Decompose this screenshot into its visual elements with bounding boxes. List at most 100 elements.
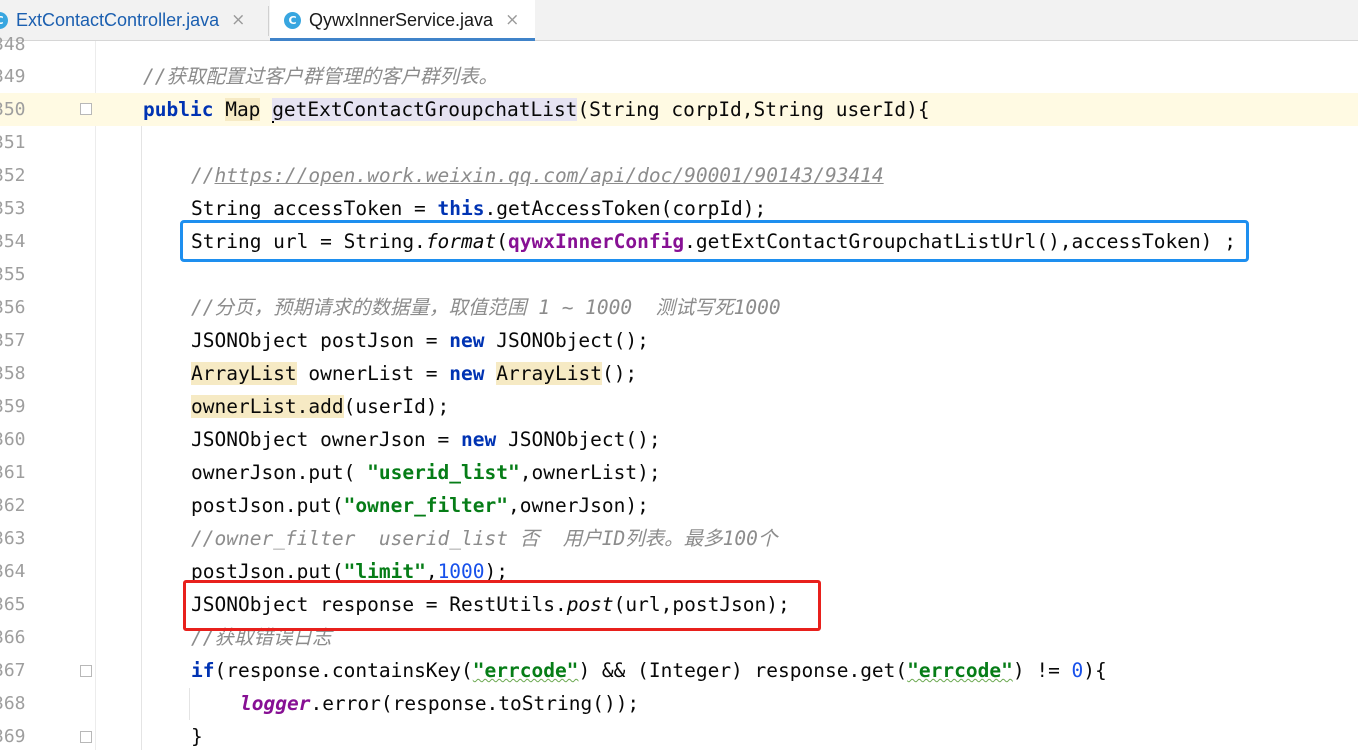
raw-type-warning: ArrayList bbox=[496, 362, 602, 385]
code-line-361: 361 ownerJson.put( "userid_list",ownerLi… bbox=[0, 456, 1358, 489]
keyword-if: if bbox=[191, 659, 215, 682]
line-number: 366 bbox=[0, 627, 26, 648]
code-line-368: 368 logger.error(response.toString()); bbox=[0, 687, 1358, 720]
method-name: getExtContactGroupchatList bbox=[272, 98, 578, 121]
code-text: postJson.put("owner_filter",ownerJson); bbox=[191, 489, 649, 522]
line-number: 354 bbox=[0, 231, 26, 252]
comment: //分页，预期请求的数据量，取值范围 1 ~ 1000 测试写死1000 bbox=[191, 296, 781, 319]
code-text: JSONObject postJson = new JSONObject(); bbox=[191, 324, 649, 357]
line-number: 359 bbox=[0, 396, 26, 417]
code-line-356: 356 //分页，预期请求的数据量，取值范围 1 ~ 1000 测试写死1000 bbox=[0, 291, 1358, 324]
code-token: String accessToken = bbox=[191, 197, 438, 220]
class-c-icon: C bbox=[284, 11, 301, 29]
code-line-363: 363 //owner_filter userid_list 否 用户ID列表。… bbox=[0, 522, 1358, 555]
code-text: //https://open.work.weixin.qq.com/api/do… bbox=[191, 159, 884, 192]
keyword-new: new bbox=[449, 362, 485, 385]
highlight-box-red bbox=[183, 580, 821, 631]
code-line-362: 362 postJson.put("owner_filter",ownerJso… bbox=[0, 489, 1358, 522]
code-line-352: 352 //https://open.work.weixin.qq.com/ap… bbox=[0, 159, 1358, 192]
keyword-public: public bbox=[143, 98, 214, 121]
code-line-358: 358 ArrayList ownerList = new ArrayList(… bbox=[0, 357, 1358, 390]
fold-toggle-icon[interactable] bbox=[80, 665, 92, 677]
code-token: JSONObject ownerJson = bbox=[191, 428, 462, 451]
keyword-this: this bbox=[437, 197, 485, 220]
close-icon[interactable]: × bbox=[505, 10, 519, 30]
code-token: ,ownerJson); bbox=[508, 494, 649, 517]
code-line-367: 367 if(response.containsKey("errcode") &… bbox=[0, 654, 1358, 687]
code-line-351: 351 bbox=[0, 126, 1358, 159]
string-literal: "owner_filter" bbox=[343, 494, 508, 517]
line-number: 352 bbox=[0, 165, 26, 186]
line-number: 368 bbox=[0, 693, 26, 714]
field-reference: logger bbox=[240, 692, 311, 715]
line-number: 349 bbox=[0, 66, 26, 87]
comment-prefix: // bbox=[191, 164, 215, 187]
code-token: (); bbox=[601, 362, 638, 385]
keyword-new: new bbox=[449, 329, 485, 352]
line-number: 367 bbox=[0, 660, 26, 681]
unchecked-call-warning: ownerList.add bbox=[191, 395, 344, 418]
code-text: ownerList.add(userId); bbox=[191, 390, 449, 423]
code-text: ownerJson.put( "userid_list",ownerList); bbox=[191, 456, 661, 489]
fold-toggle-icon[interactable] bbox=[80, 731, 92, 743]
line-number: 363 bbox=[0, 528, 26, 549]
code-token: ){ bbox=[1083, 659, 1107, 682]
comment: //owner_filter userid_list 否 用户ID列表。最多10… bbox=[191, 527, 778, 550]
line-number: 355 bbox=[0, 264, 26, 285]
closing-brace: } bbox=[191, 725, 203, 748]
code-line-359: 359 ownerList.add(userId); bbox=[0, 390, 1358, 423]
code-text: //owner_filter userid_list 否 用户ID列表。最多10… bbox=[191, 522, 777, 555]
code-line-357: 357 JSONObject postJson = new JSONObject… bbox=[0, 324, 1358, 357]
code-text: //分页，预期请求的数据量，取值范围 1 ~ 1000 测试写死1000 bbox=[191, 291, 781, 324]
method-params: (String corpId,String userId){ bbox=[577, 98, 930, 121]
code-text[interactable]: public Map getExtContactGroupchatList(St… bbox=[143, 93, 930, 126]
code-token: (userId); bbox=[343, 395, 450, 418]
code-text: ArrayList ownerList = new ArrayList(); bbox=[191, 357, 637, 390]
highlight-box-blue bbox=[180, 220, 1249, 262]
doc-link[interactable]: https://open.work.weixin.qq.com/api/doc/… bbox=[214, 164, 883, 187]
code-token: JSONObject(); bbox=[484, 329, 649, 352]
code-line-350: 350 public Map getExtContactGroupchatLis… bbox=[0, 93, 1358, 126]
code-token: JSONObject postJson = bbox=[191, 329, 450, 352]
code-token: ) && (Integer) response.get( bbox=[578, 659, 908, 682]
line-number: 357 bbox=[0, 330, 26, 351]
code-line-355: 355 bbox=[0, 258, 1358, 291]
raw-type-warning: ArrayList bbox=[191, 362, 297, 385]
code-token: postJson.put( bbox=[191, 494, 344, 517]
string-literal: "errcode" bbox=[472, 659, 579, 682]
fold-toggle-icon[interactable] bbox=[80, 103, 92, 115]
class-c-icon: C bbox=[0, 11, 8, 29]
code-text: if(response.containsKey("errcode") && (I… bbox=[191, 654, 1107, 687]
code-text: JSONObject ownerJson = new JSONObject(); bbox=[191, 423, 661, 456]
code-token: ownerJson.put( bbox=[191, 461, 368, 484]
close-icon[interactable]: × bbox=[231, 10, 245, 30]
code-text: logger.error(response.toString()); bbox=[240, 687, 639, 720]
code-token: (response.containsKey( bbox=[214, 659, 473, 682]
code-line-349: 349 //获取配置过客户群管理的客户群列表。 bbox=[0, 60, 1358, 93]
code-text: //获取配置过客户群管理的客户群列表。 bbox=[143, 60, 498, 93]
code-token: .error(response.toString()); bbox=[310, 692, 640, 715]
code-line-360: 360 JSONObject ownerJson = new JSONObjec… bbox=[0, 423, 1358, 456]
code-token: ) != bbox=[1012, 659, 1072, 682]
code-line-348: 348 bbox=[0, 28, 1358, 61]
line-number: 361 bbox=[0, 462, 26, 483]
code-token: .getAccessToken(corpId); bbox=[484, 197, 767, 220]
code-token: ,ownerList); bbox=[519, 461, 661, 484]
code-token: JSONObject(); bbox=[496, 428, 661, 451]
line-number: 365 bbox=[0, 594, 26, 615]
line-number: 358 bbox=[0, 363, 26, 384]
return-type: Map bbox=[225, 98, 261, 121]
line-number: 348 bbox=[0, 34, 26, 55]
string-literal: "errcode" bbox=[907, 659, 1013, 682]
code-text: } bbox=[191, 720, 203, 753]
line-number: 369 bbox=[0, 726, 26, 747]
line-number: 353 bbox=[0, 198, 26, 219]
code-line-369: 369 } bbox=[0, 720, 1358, 753]
code-token: ownerList = bbox=[296, 362, 450, 385]
line-number: 350 bbox=[0, 99, 26, 120]
keyword-new: new bbox=[461, 428, 497, 451]
number-literal: 0 bbox=[1071, 659, 1084, 682]
comment: //获取配置过客户群管理的客户群列表。 bbox=[143, 65, 498, 88]
line-number: 360 bbox=[0, 429, 26, 450]
line-number: 362 bbox=[0, 495, 26, 516]
